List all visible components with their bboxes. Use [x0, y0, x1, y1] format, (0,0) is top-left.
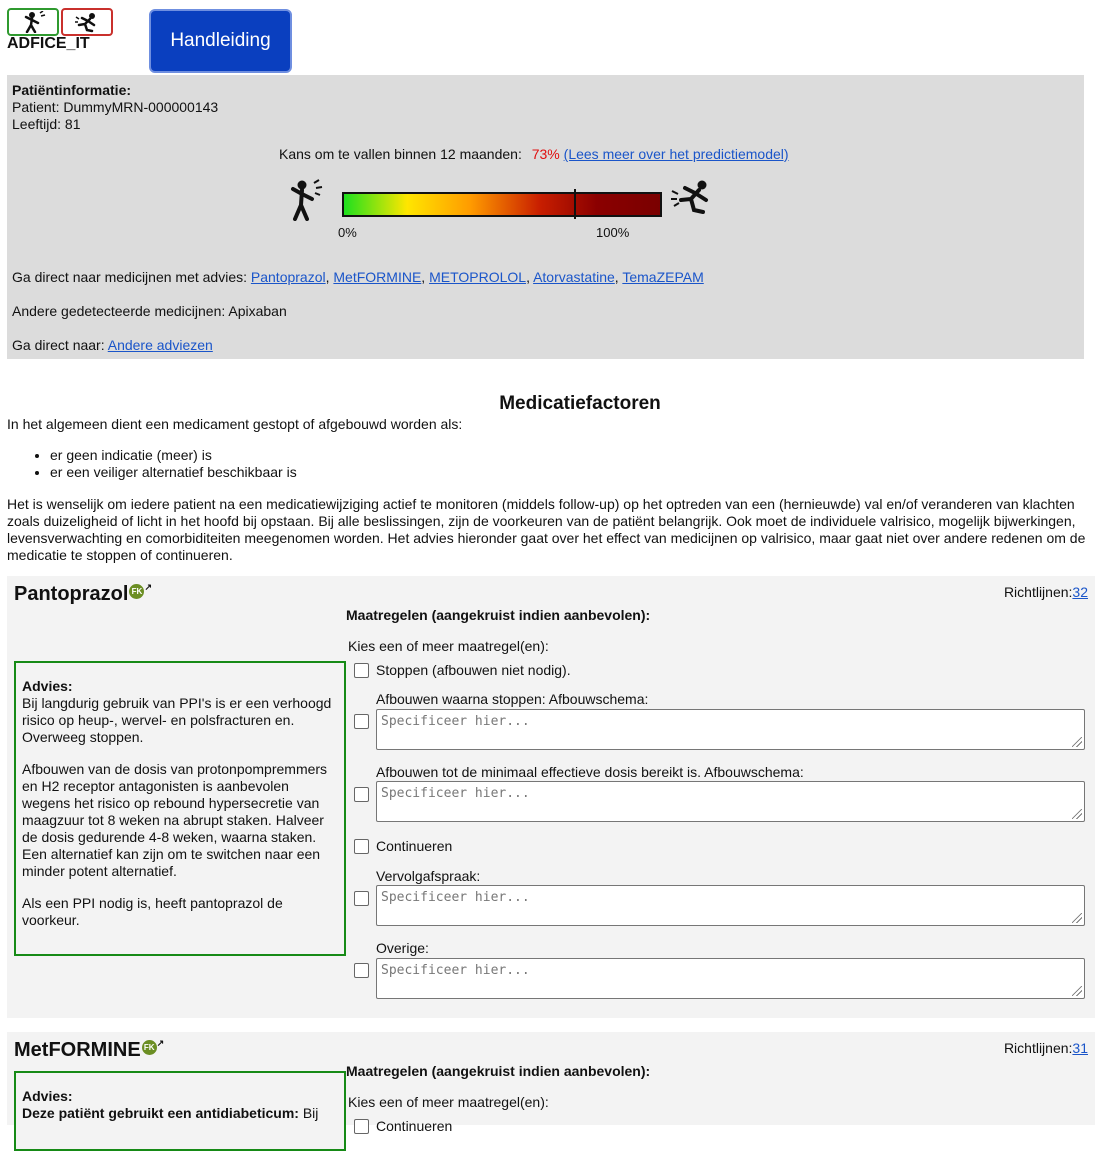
continue-label: Continueren	[376, 838, 453, 854]
resize-handle-icon[interactable]	[1072, 913, 1082, 923]
other-detected-meds: Andere gedetecteerde medicijnen: Apixaba…	[12, 303, 287, 319]
list-item: er een veiliger alternatief beschikbaar …	[50, 464, 297, 481]
resize-handle-icon[interactable]	[1072, 986, 1082, 996]
taper-min-dose-textarea[interactable]: Specificeer hier...	[376, 781, 1085, 822]
choose-measures-label: Kies een of meer maatregel(en):	[348, 638, 549, 654]
adfice-logo: ADFICE_IT	[7, 8, 117, 54]
med-link-pantoprazol[interactable]: Pantoprazol	[251, 269, 326, 285]
continue-checkbox[interactable]	[354, 839, 369, 854]
follow-up-textarea[interactable]: Specificeer hier...	[376, 885, 1085, 926]
advice-box: Advies: Deze patiënt gebruikt een antidi…	[14, 1071, 346, 1151]
goto-label: Ga direct naar:	[12, 337, 105, 353]
med-name: MetFORMINE	[14, 1039, 141, 1061]
manual-button[interactable]: Handleiding	[149, 9, 292, 73]
advice-box: Advies: Bij langdurig gebruik van PPI's …	[14, 661, 346, 956]
med-link-metformine[interactable]: MetFORMINE	[333, 269, 421, 285]
fall-risk-label: Kans om te vallen binnen 12 maanden:	[279, 146, 522, 162]
guidelines: Richtlijnen:31	[1004, 1040, 1088, 1056]
patient-info-title: Patiëntinformatie:	[12, 82, 132, 98]
goto-row: Ga direct naar: Andere adviezen	[12, 337, 213, 353]
other-textarea[interactable]: Specificeer hier...	[376, 958, 1085, 999]
med-link-temazepam[interactable]: TemaZEPAM	[622, 269, 703, 285]
med-title: Pantoprazol FK ↗	[14, 582, 152, 606]
fall-risk-value: 73%	[531, 146, 560, 162]
med-card-metformine: MetFORMINE FK ↗ Richtlijnen:31 Maatregelen…	[7, 1032, 1095, 1151]
med-link-metoprolol[interactable]: METOPROLOL	[429, 269, 526, 285]
choose-measures-label: Kies een of meer maatregel(en):	[348, 1094, 549, 1110]
advice-text: Bij langdurig gebruik van PPI's is er ee…	[22, 695, 332, 745]
med-title: MetFORMINE FK ↗	[14, 1038, 165, 1062]
prediction-model-link[interactable]: (Lees meer over het predictiemodel)	[564, 146, 789, 162]
resize-handle-icon[interactable]	[1072, 809, 1082, 819]
guidelines-label: Richtlijnen:	[1003, 1040, 1073, 1056]
med-link-atorvastatine[interactable]: Atorvastatine	[533, 269, 615, 285]
placeholder: Specificeer hier...	[381, 786, 530, 801]
med-name: Pantoprazol	[14, 583, 129, 605]
criteria-list: er geen indicatie (meer) is er een veili…	[30, 447, 297, 481]
guidelines-label: Richtlijnen:	[1003, 584, 1073, 600]
follow-up-label: Vervolgafspraak:	[376, 868, 481, 884]
bar-max-label: 100%	[596, 225, 630, 240]
advice-bold-text: Deze patiënt gebruikt een antidiabeticum…	[22, 1105, 299, 1121]
fk-badge-icon[interactable]: FK	[141, 1040, 157, 1056]
other-checkbox[interactable]	[354, 963, 369, 978]
bar-min-label: 0%	[338, 225, 357, 240]
follow-up-checkbox[interactable]	[354, 891, 369, 906]
fall-risk-marker	[573, 189, 576, 219]
advice-title: Advies:	[22, 678, 73, 694]
measures-title: Maatregelen (aangekruist indien aanbevol…	[346, 607, 651, 623]
patient-info-panel: Patiëntinformatie: Patient: DummyMRN-000…	[7, 75, 1084, 359]
advice-title: Advies:	[22, 1088, 73, 1104]
section-title: Medicatiefactoren	[499, 393, 661, 414]
med-card-pantoprazol: Pantoprazol FK ↗ Richtlijnen:32 Maatregele…	[7, 576, 1095, 1018]
meds-with-advice-row: Ga direct naar medicijnen met advies: Pa…	[12, 269, 704, 285]
external-link-icon[interactable]: ↗	[144, 582, 152, 592]
fk-badge-icon[interactable]: FK	[129, 584, 145, 600]
falling-person-icon	[669, 179, 719, 218]
intro-text: In het algemeen dient een medicament ges…	[7, 416, 463, 432]
placeholder: Specificeer hier...	[381, 890, 530, 905]
guidelines: Richtlijnen:32	[1004, 584, 1088, 600]
taper-stop-label: Afbouwen waarna stoppen: Afbouwschema:	[376, 691, 649, 707]
standing-person-icon	[290, 179, 326, 224]
guidelines-link[interactable]: 32	[1072, 584, 1088, 600]
guidelines-link[interactable]: 31	[1072, 1040, 1088, 1056]
advice-text: Als een PPI nodig is, heeft pantoprazol …	[22, 895, 283, 928]
external-link-icon[interactable]: ↗	[157, 1038, 165, 1048]
monitoring-paragraph: Het is wenselijk om iedere patient na ee…	[7, 496, 1086, 563]
list-item: er geen indicatie (meer) is	[50, 447, 297, 464]
advice-text: Afbouwen van de dosis van protonpompremm…	[22, 761, 328, 879]
other-label: Overige:	[376, 940, 429, 956]
measures-title: Maatregelen (aangekruist indien aanbevol…	[346, 1063, 651, 1079]
fall-risk-bar	[342, 189, 662, 219]
advice-text: Bij	[298, 1105, 319, 1121]
placeholder: Specificeer hier...	[381, 963, 530, 978]
patient-id: Patient: DummyMRN-000000143	[12, 99, 219, 115]
meds-with-advice-label: Ga direct naar medicijnen met advies:	[12, 269, 247, 285]
taper-min-dose-checkbox[interactable]	[354, 787, 369, 802]
fall-risk-line: Kans om te vallen binnen 12 maanden: 73%…	[7, 146, 1084, 162]
other-advice-link[interactable]: Andere adviezen	[108, 337, 213, 353]
continue-checkbox[interactable]	[354, 1119, 369, 1134]
taper-min-dose-label: Afbouwen tot de minimaal effectieve dosi…	[376, 764, 804, 780]
standing-person-icon	[7, 8, 59, 36]
patient-age: Leeftijd: 81	[12, 116, 81, 132]
logo-text: ADFICE_IT	[7, 35, 90, 52]
continue-label: Continueren	[376, 1118, 453, 1134]
taper-stop-textarea[interactable]: Specificeer hier...	[376, 709, 1085, 750]
stop-checkbox[interactable]	[354, 663, 369, 678]
placeholder: Specificeer hier...	[381, 714, 530, 729]
resize-handle-icon[interactable]	[1072, 737, 1082, 747]
falling-person-icon	[61, 8, 113, 36]
taper-stop-checkbox[interactable]	[354, 714, 369, 729]
stop-label: Stoppen (afbouwen niet nodig).	[376, 662, 571, 678]
